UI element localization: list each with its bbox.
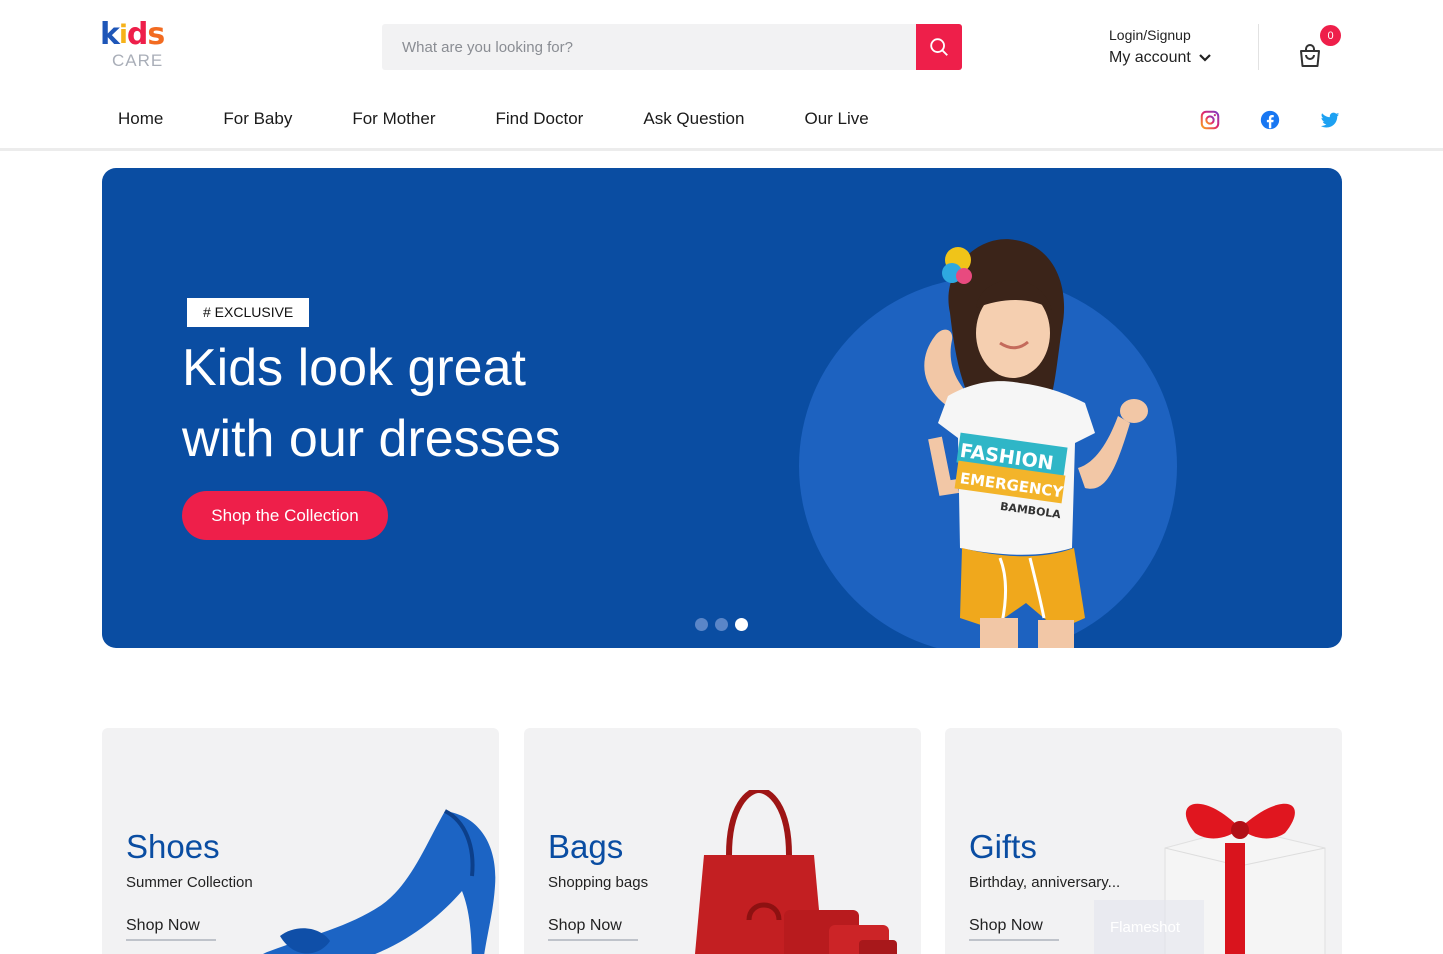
logo-subtitle: CARE [112,51,164,70]
carousel-dots [695,618,748,631]
hero-title-line-2: with our dresses [182,410,561,468]
card-subtitle: Birthday, anniversary... [969,874,1121,891]
flameshot-overlay: Flameshot [1094,900,1204,954]
carousel-dot-3[interactable] [735,618,748,631]
nav-divider [0,148,1443,151]
header-divider [1258,24,1259,70]
shop-now-link[interactable]: Shop Now [969,917,1059,941]
carousel-dot-1[interactable] [695,618,708,631]
login-signup-link[interactable]: Login/Signup [1109,26,1211,44]
hero-girl-image: FASHION EMERGENCY BAMBOLA [924,239,1148,648]
cart-button[interactable] [1296,42,1324,70]
hero-banner: FASHION EMERGENCY BAMBOLA # EXCLUSIVE Ki… [102,168,1342,648]
kids-care-logo[interactable]: k i d s CARE [100,18,184,78]
nav-item-find-doctor[interactable]: Find Doctor [495,96,583,151]
card-title: Gifts [969,828,1037,865]
logo-letter-s: s [147,17,165,52]
card-title: Bags [548,828,624,865]
instagram-icon[interactable] [1199,109,1221,131]
cart-count-badge: 0 [1320,25,1341,46]
category-card-bags[interactable]: Bags Shopping bags Shop Now [524,728,921,954]
twitter-icon[interactable] [1319,109,1341,131]
my-account-label: My account [1109,49,1191,66]
red-bags-image [695,790,897,954]
exclusive-tag: # EXCLUSIVE [187,298,310,327]
nav-item-home[interactable]: Home [102,96,180,151]
card-title: Shoes [126,828,220,865]
hero-title: Kids look great with our dresses [182,333,702,475]
facebook-icon[interactable] [1259,109,1281,131]
search-input[interactable] [382,24,916,70]
search-button[interactable] [916,24,962,70]
my-account-dropdown[interactable]: My account [1109,48,1211,68]
chevron-down-icon [1199,54,1211,62]
shop-now-link[interactable]: Shop Now [126,917,216,941]
account-menu[interactable]: Login/Signup My account [1109,26,1211,68]
blue-heels-image [263,809,496,954]
logo-letter-i: i [118,20,128,50]
search-icon [930,38,948,56]
card-subtitle: Shopping bags [548,874,649,891]
logo-letter-k: k [100,17,120,52]
flameshot-label: Flameshot [1110,919,1181,936]
shopping-bag-icon [1300,44,1320,67]
shop-now-link[interactable]: Shop Now [548,917,638,941]
shop-collection-button[interactable]: Shop the Collection [182,491,388,540]
carousel-dot-2[interactable] [715,618,728,631]
nav-item-for-mother[interactable]: For Mother [352,96,435,151]
card-subtitle: Summer Collection [126,874,253,891]
main-nav: Home For Baby For Mother Find Doctor Ask… [102,96,929,151]
category-card-shoes[interactable]: Shoes Summer Collection Shop Now [102,728,499,954]
nav-item-our-live[interactable]: Our Live [804,96,868,151]
search-bar [382,24,962,70]
nav-item-ask-question[interactable]: Ask Question [643,96,744,151]
nav-item-for-baby[interactable]: For Baby [223,96,292,151]
hero-title-line-1: Kids look great [182,339,526,397]
logo-wordmark: k i d s [100,18,184,52]
logo-letter-d: d [126,17,149,52]
